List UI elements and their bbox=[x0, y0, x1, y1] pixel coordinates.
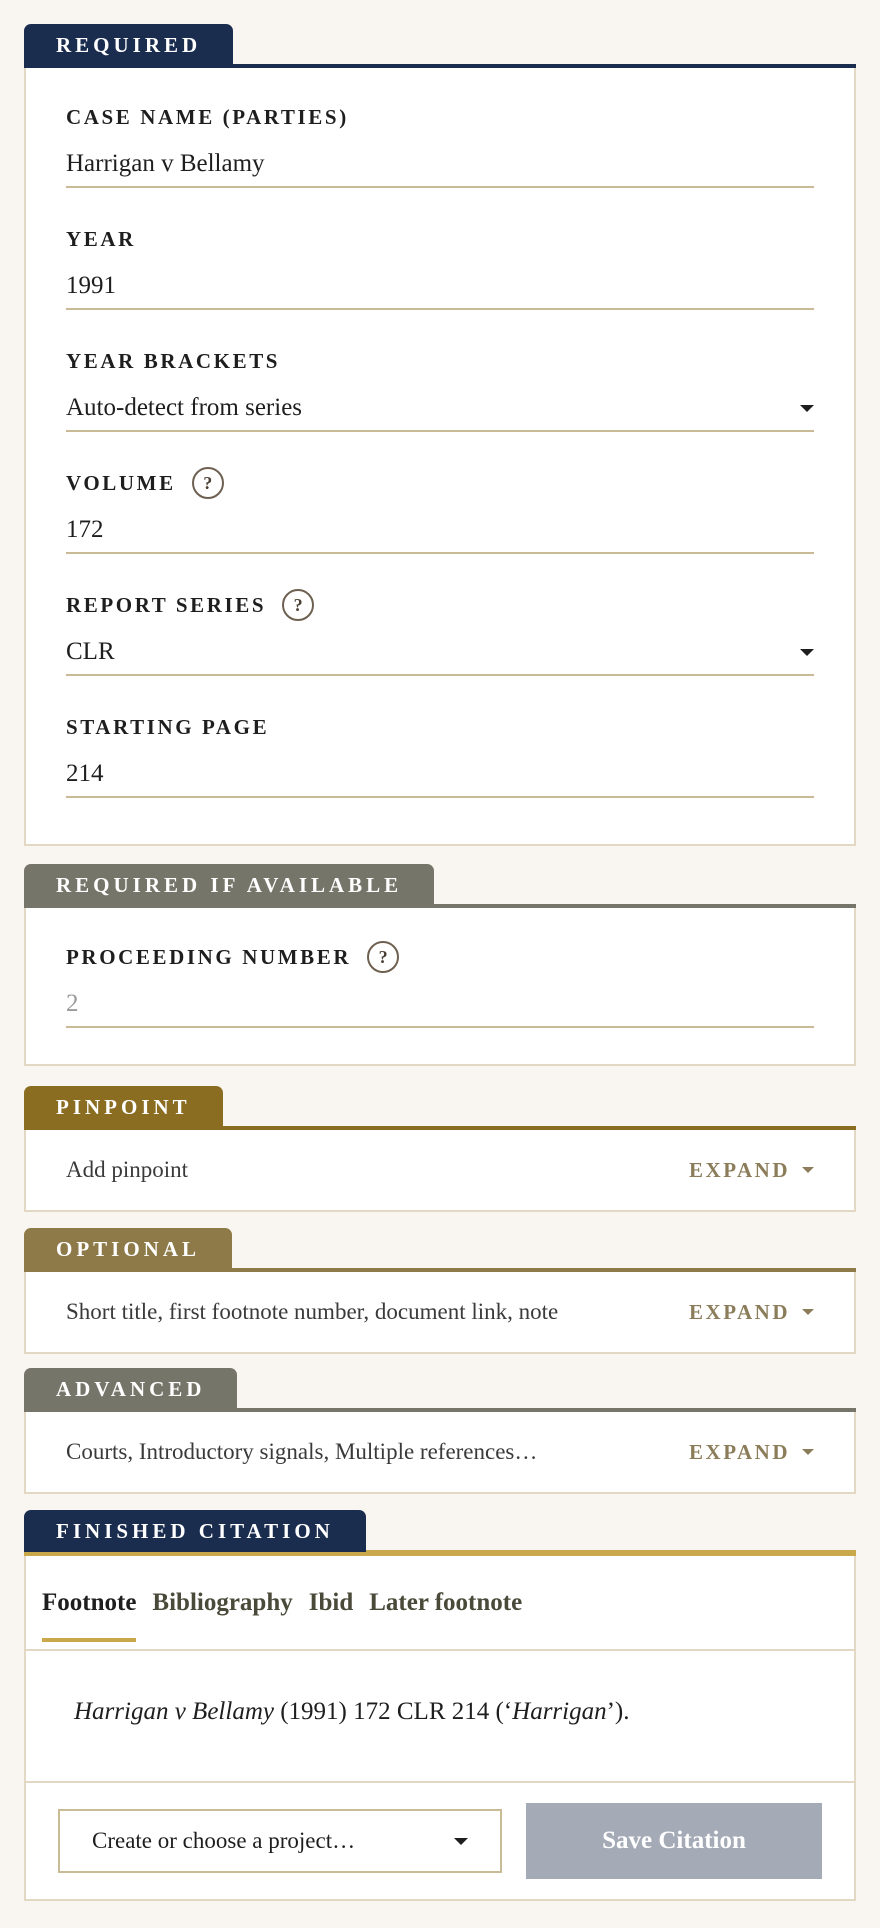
starting-page-field: STARTING PAGE 214 bbox=[26, 712, 854, 798]
tab-footnote[interactable]: Footnote bbox=[42, 1555, 137, 1650]
year-input[interactable]: 1991 bbox=[66, 262, 814, 310]
chevron-down-icon bbox=[802, 1309, 814, 1315]
expand-label: EXPAND bbox=[689, 1439, 790, 1464]
optional-panel: Short title, first footnote number, docu… bbox=[24, 1272, 856, 1354]
pinpoint-section: PINPOINT Add pinpoint EXPAND bbox=[24, 1086, 856, 1212]
pinpoint-expand-button[interactable]: EXPAND bbox=[689, 1158, 814, 1183]
advanced-expand-button[interactable]: EXPAND bbox=[689, 1440, 814, 1465]
pinpoint-summary: Add pinpoint bbox=[66, 1157, 189, 1182]
citation-case-name: Harrigan v Bellamy bbox=[74, 1698, 274, 1725]
optional-summary: Short title, first footnote number, docu… bbox=[66, 1299, 559, 1324]
proceeding-number-label: PROCEEDING NUMBER bbox=[66, 945, 352, 969]
tab-bibliography[interactable]: Bibliography bbox=[152, 1555, 292, 1650]
citation-output: Harrigan v Bellamy (1991) 172 CLR 214 (‘… bbox=[26, 1651, 854, 1783]
report-series-label: REPORT SERIES bbox=[66, 593, 267, 617]
citation-end: ’). bbox=[606, 1698, 630, 1725]
help-icon[interactable]: ? bbox=[367, 941, 400, 973]
expand-label: EXPAND bbox=[689, 1157, 790, 1182]
case-name-input[interactable]: Harrigan v Bellamy bbox=[66, 140, 814, 188]
chevron-down-icon bbox=[454, 1837, 468, 1845]
report-series-field: REPORT SERIES ? CLR bbox=[26, 589, 854, 676]
starting-page-input[interactable]: 214 bbox=[66, 750, 814, 798]
required-if-available-tab: REQUIRED IF AVAILABLE bbox=[24, 864, 435, 906]
required-if-available-panel: PROCEEDING NUMBER ? 2 bbox=[24, 908, 856, 1066]
chevron-down-icon bbox=[800, 649, 814, 656]
year-brackets-value: Auto-detect from series bbox=[66, 394, 303, 421]
pinpoint-panel: Add pinpoint EXPAND bbox=[24, 1130, 856, 1212]
advanced-tab: ADVANCED bbox=[24, 1368, 238, 1410]
tab-ibid[interactable]: Ibid bbox=[309, 1555, 353, 1650]
volume-field: VOLUME ? 172 bbox=[26, 467, 854, 554]
chevron-down-icon bbox=[800, 405, 814, 412]
year-label: YEAR bbox=[66, 227, 136, 251]
chevron-down-icon bbox=[802, 1167, 814, 1173]
advanced-section: ADVANCED Courts, Introductory signals, M… bbox=[24, 1368, 856, 1494]
project-select-label: Create or choose a project… bbox=[92, 1828, 356, 1853]
report-series-select[interactable]: CLR bbox=[66, 628, 814, 676]
advanced-row[interactable]: Courts, Introductory signals, Multiple r… bbox=[26, 1412, 854, 1492]
volume-input[interactable]: 172 bbox=[66, 506, 814, 554]
year-brackets-field: YEAR BRACKETS Auto-detect from series bbox=[26, 346, 854, 432]
help-icon[interactable]: ? bbox=[191, 467, 224, 499]
help-icon[interactable]: ? bbox=[282, 589, 315, 621]
optional-section: OPTIONAL Short title, first footnote num… bbox=[24, 1228, 856, 1354]
project-select[interactable]: Create or choose a project… bbox=[58, 1809, 502, 1873]
proceeding-number-label-row: PROCEEDING NUMBER ? bbox=[66, 941, 814, 973]
finished-citation-section: FINISHED CITATION Footnote Bibliography … bbox=[24, 1510, 856, 1901]
optional-tab: OPTIONAL bbox=[24, 1228, 233, 1270]
required-tab: REQUIRED bbox=[24, 24, 234, 66]
tab-later-footnote[interactable]: Later footnote bbox=[369, 1555, 522, 1650]
starting-page-label: STARTING PAGE bbox=[66, 715, 270, 739]
year-brackets-label: YEAR BRACKETS bbox=[66, 349, 281, 373]
save-citation-button[interactable]: Save Citation bbox=[526, 1803, 822, 1879]
finished-citation-panel: Footnote Bibliography Ibid Later footnot… bbox=[24, 1556, 856, 1901]
optional-expand-button[interactable]: EXPAND bbox=[689, 1300, 814, 1325]
proceeding-number-input[interactable]: 2 bbox=[66, 980, 814, 1028]
required-panel: CASE NAME (PARTIES) Harrigan v Bellamy Y… bbox=[24, 68, 856, 846]
finished-citation-tab: FINISHED CITATION bbox=[24, 1510, 366, 1552]
expand-label: EXPAND bbox=[689, 1299, 790, 1324]
optional-row[interactable]: Short title, first footnote number, docu… bbox=[26, 1272, 854, 1352]
proceeding-number-field: PROCEEDING NUMBER ? 2 bbox=[26, 941, 854, 1028]
report-series-value: CLR bbox=[66, 638, 115, 665]
citation-actions: Create or choose a project… Save Citatio… bbox=[26, 1783, 854, 1899]
pinpoint-row[interactable]: Add pinpoint EXPAND bbox=[26, 1130, 854, 1210]
pinpoint-tab: PINPOINT bbox=[24, 1086, 223, 1128]
citation-format-tabs: Footnote Bibliography Ibid Later footnot… bbox=[26, 1556, 854, 1651]
required-if-available-section: REQUIRED IF AVAILABLE PROCEEDING NUMBER … bbox=[24, 864, 856, 1066]
advanced-panel: Courts, Introductory signals, Multiple r… bbox=[24, 1412, 856, 1494]
volume-label: VOLUME bbox=[66, 471, 176, 495]
year-field: YEAR 1991 bbox=[26, 224, 854, 310]
required-section: REQUIRED CASE NAME (PARTIES) Harrigan v … bbox=[24, 24, 856, 846]
volume-label-row: VOLUME ? bbox=[66, 467, 814, 499]
advanced-summary: Courts, Introductory signals, Multiple r… bbox=[66, 1439, 538, 1464]
year-brackets-select[interactable]: Auto-detect from series bbox=[66, 384, 814, 432]
citation-details: (1991) 172 CLR 214 (‘ bbox=[273, 1698, 513, 1725]
report-series-label-row: REPORT SERIES ? bbox=[66, 589, 814, 621]
case-name-label: CASE NAME (PARTIES) bbox=[66, 105, 349, 129]
chevron-down-icon bbox=[802, 1449, 814, 1455]
citation-short-title: Harrigan bbox=[512, 1698, 607, 1725]
case-name-field: CASE NAME (PARTIES) Harrigan v Bellamy bbox=[26, 102, 854, 188]
